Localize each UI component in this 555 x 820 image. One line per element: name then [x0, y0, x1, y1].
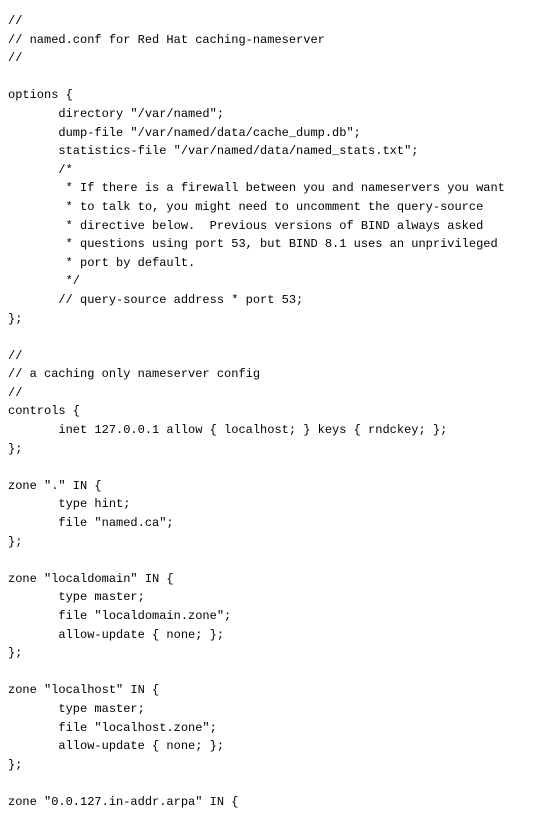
code-line: type master; [8, 700, 547, 719]
code-line [8, 551, 547, 570]
code-line: * questions using port 53, but BIND 8.1 … [8, 235, 547, 254]
code-line: * directive below. Previous versions of … [8, 217, 547, 236]
code-line: // [8, 12, 547, 31]
code-line: options { [8, 86, 547, 105]
code-line: directory "/var/named"; [8, 105, 547, 124]
code-line [8, 774, 547, 793]
code-line: * port by default. [8, 254, 547, 273]
code-line: * to talk to, you might need to uncommen… [8, 198, 547, 217]
code-line: // [8, 384, 547, 403]
code-line: controls { [8, 402, 547, 421]
code-line: // a caching only nameserver config [8, 365, 547, 384]
code-line: zone "localdomain" IN { [8, 570, 547, 589]
code-line [8, 328, 547, 347]
code-line: */ [8, 272, 547, 291]
code-line: }; [8, 310, 547, 329]
code-line: file "named.ca"; [8, 514, 547, 533]
code-line [8, 68, 547, 87]
code-line: statistics-file "/var/named/data/named_s… [8, 142, 547, 161]
code-line: file "localdomain.zone"; [8, 607, 547, 626]
code-line: }; [8, 644, 547, 663]
code-line: dump-file "/var/named/data/cache_dump.db… [8, 124, 547, 143]
code-line: // query-source address * port 53; [8, 291, 547, 310]
code-line: }; [8, 756, 547, 775]
code-line [8, 663, 547, 682]
code-line: allow-update { none; }; [8, 737, 547, 756]
code-line: * If there is a firewall between you and… [8, 179, 547, 198]
config-file-text: //// named.conf for Red Hat caching-name… [8, 12, 547, 812]
code-line: }; [8, 533, 547, 552]
code-line: file "localhost.zone"; [8, 719, 547, 738]
code-line: type hint; [8, 495, 547, 514]
code-line: zone "0.0.127.in-addr.arpa" IN { [8, 793, 547, 812]
code-line: // [8, 49, 547, 68]
code-line: allow-update { none; }; [8, 626, 547, 645]
code-line [8, 458, 547, 477]
code-line: type master; [8, 588, 547, 607]
code-line: // [8, 347, 547, 366]
code-line: /* [8, 161, 547, 180]
document-body: { "lines": [ "//", "// named.conf for Re… [0, 0, 555, 820]
code-line: zone "." IN { [8, 477, 547, 496]
code-line: }; [8, 440, 547, 459]
code-line: zone "localhost" IN { [8, 681, 547, 700]
code-line: // named.conf for Red Hat caching-namese… [8, 31, 547, 50]
code-line: inet 127.0.0.1 allow { localhost; } keys… [8, 421, 547, 440]
